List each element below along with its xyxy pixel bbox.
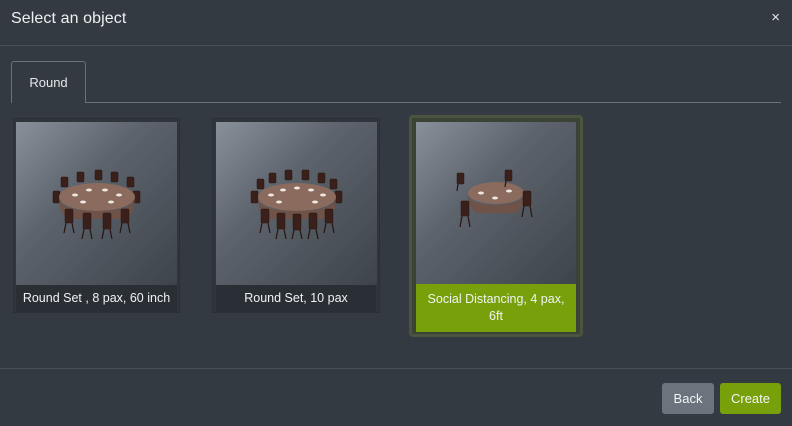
dialog-title: Select an object	[11, 10, 127, 27]
object-label: Round Set , 8 pax, 60 inch	[16, 285, 177, 312]
tab-bar: Round	[11, 61, 781, 104]
social-distancing-table-icon	[456, 169, 533, 228]
footer-divider	[0, 368, 792, 369]
create-button[interactable]: Create	[720, 383, 781, 414]
object-card-social-distancing[interactable]: Social Distancing, 4 pax, 6ft	[409, 115, 583, 337]
object-thumbnail	[16, 122, 177, 285]
object-card-round-set-8[interactable]: Round Set , 8 pax, 60 inch	[13, 118, 180, 313]
object-label: Round Set, 10 pax	[216, 285, 376, 312]
dialog-header: Select an object ×	[0, 0, 792, 46]
object-label: Social Distancing, 4 pax, 6ft	[416, 284, 576, 332]
close-icon[interactable]: ×	[771, 10, 780, 25]
object-thumbnail	[416, 122, 576, 284]
round-table-10-icon	[250, 169, 342, 239]
tab-round[interactable]: Round	[11, 61, 86, 104]
object-card-round-set-10[interactable]: Round Set, 10 pax	[212, 118, 380, 313]
round-table-8-icon	[52, 169, 140, 239]
back-button[interactable]: Back	[662, 383, 714, 414]
object-thumbnail	[216, 122, 377, 285]
